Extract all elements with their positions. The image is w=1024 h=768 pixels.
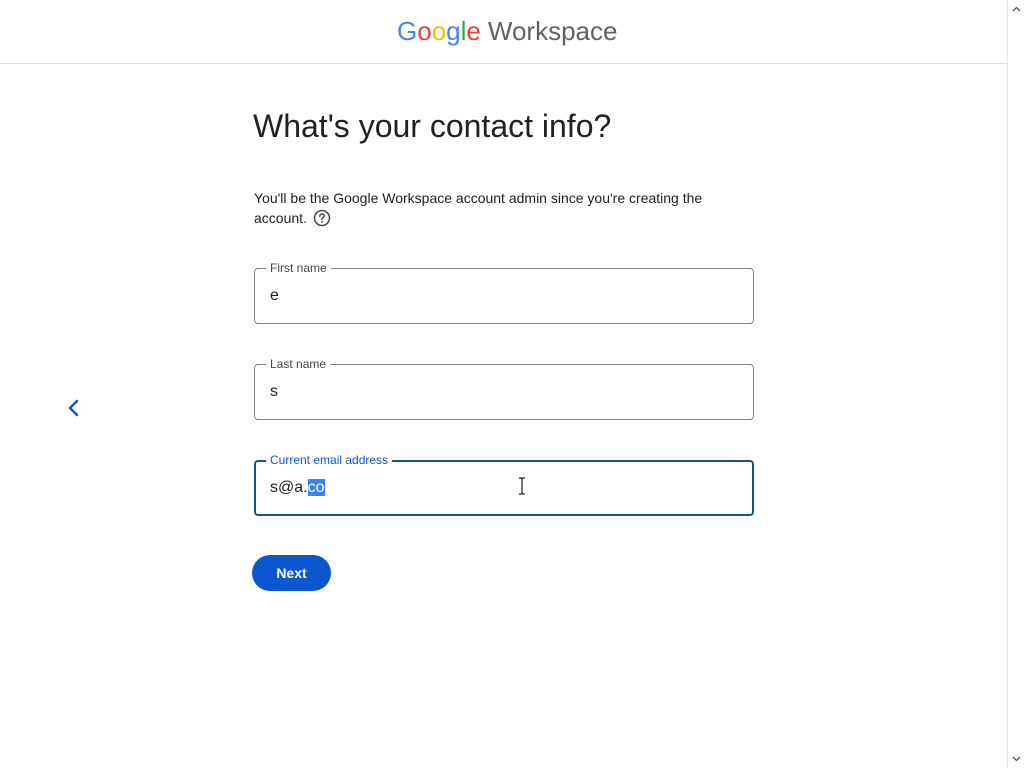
first-name-field[interactable]: First name e: [254, 261, 754, 324]
email-label: Current email address: [266, 453, 393, 467]
google-wordmark: Google: [397, 15, 481, 46]
chevron-left-icon: [68, 399, 79, 417]
first-name-value[interactable]: e: [270, 286, 279, 306]
back-button[interactable]: [62, 396, 86, 420]
email-field[interactable]: Current email address s@a.co: [254, 453, 754, 516]
last-name-field[interactable]: Last name s: [254, 357, 754, 420]
email-value-unselected: s@a.: [270, 479, 308, 496]
last-name-value[interactable]: s: [270, 382, 278, 402]
vertical-scrollbar[interactable]: [1007, 0, 1024, 768]
scroll-down-button[interactable]: [1011, 754, 1021, 764]
scroll-up-button[interactable]: [1011, 4, 1021, 14]
next-button[interactable]: Next: [252, 555, 331, 591]
page: Google Workspace What's your contact inf…: [0, 0, 1007, 768]
scroll-up-arrow-icon: [1012, 6, 1020, 12]
google-workspace-logo: Google Workspace: [397, 13, 617, 49]
text-cursor-icon: [519, 477, 525, 495]
header: Google Workspace: [0, 0, 1007, 64]
first-name-label: First name: [266, 261, 331, 275]
scroll-down-arrow-icon: [1012, 756, 1020, 762]
product-name: Workspace: [487, 15, 618, 46]
last-name-label: Last name: [266, 357, 331, 371]
description: You'll be the Google Workspace account a…: [254, 188, 754, 228]
email-value-selected: co: [307, 479, 325, 496]
email-value[interactable]: s@a.co: [270, 478, 325, 498]
page-title: What's your contact info?: [253, 108, 612, 144]
help-circle-icon[interactable]: [313, 209, 331, 227]
